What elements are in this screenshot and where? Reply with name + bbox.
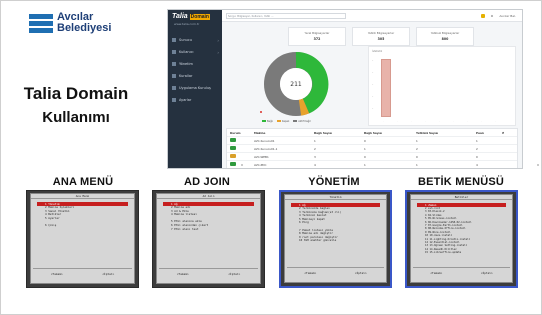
table-row[interactable]: AVC-WEB1 3 0 0 0	[227, 153, 517, 161]
status-donut-chart: 211	[264, 51, 329, 116]
cancel-button[interactable]: <İptal>	[355, 271, 367, 275]
terminal-betik-menusu: Betikler 1 Zaman 2 ssh-root 3 03-Klasik-…	[405, 190, 518, 288]
chevron-right-icon: ›	[217, 37, 219, 43]
donut-center-value: 211	[290, 81, 302, 88]
heading-yonetim: YÖNETİM	[308, 176, 360, 188]
computer-icon	[230, 154, 236, 158]
chevron-right-icon: ›	[217, 49, 219, 55]
computer-icon	[230, 162, 236, 166]
donut-legend: Bağlı Kapalı Aktif Değil	[262, 120, 342, 123]
slide-title: Talia Domain Kullanımı	[1, 83, 151, 129]
heading-betik-menusu: BETİK MENÜSÜ	[417, 176, 505, 188]
menu-list: 2 ssh-root 3 03-Klasik-2 4 04-Slides 5 0…	[425, 207, 506, 255]
terminal-yonetim: Yönetim 1 Ağ 2 Terminalde bağlan 3 Termi…	[279, 190, 392, 288]
user-menu[interactable]: Avcılar Bel.	[499, 14, 516, 18]
legend-item-closed: Kapalı	[276, 120, 289, 123]
table-row[interactable]: AVC-PDC 4 1 1 4	[227, 161, 517, 168]
cancel-button[interactable]: <İptal>	[102, 272, 114, 276]
menu-item[interactable]: 15 15-Libreoffice-update	[425, 251, 506, 254]
slide-title-line-2: Kullanımı	[42, 109, 110, 126]
computer-icon	[230, 138, 236, 142]
dialog-title: Ad Join	[157, 194, 260, 199]
ok-button[interactable]: <Tamam>	[430, 271, 442, 275]
dashboard-brand: Talia	[172, 13, 188, 20]
search-icon[interactable]: ⌕	[502, 130, 504, 135]
avcilar-logo: Avcılar Belediyesi	[29, 11, 147, 37]
settings-icon[interactable]: ⚙	[491, 14, 494, 18]
terminal-ana-menu: Ana Menü 1 Yönetim 2 Makine İşlemleri 3 …	[26, 190, 139, 288]
cancel-button[interactable]: <İptal>	[481, 271, 493, 275]
dashboard-sidebar: Talia Domain www.talia.com.tr Sunucu › Ku…	[168, 10, 222, 168]
machines-table: Durum Makine Bağlı Sayısı Bağlı Sayısı Y…	[226, 128, 518, 168]
dashboard-logo[interactable]: Talia Domain	[172, 13, 210, 20]
dashboard-topbar: Sorgu: Bilgisayar, Kullanıcı, Yetki ... …	[222, 10, 522, 22]
gear-icon	[172, 98, 176, 102]
users-icon	[172, 50, 176, 54]
ok-button[interactable]: <Tamam>	[304, 271, 316, 275]
ok-button[interactable]: <Tamam>	[177, 272, 189, 276]
nav-item-ayarlar[interactable]: Ayarlar	[168, 94, 222, 106]
menu-list: 2 Makine adı 3 Ad & Ekle 4 Makine listes…	[171, 205, 254, 232]
dialog-title: Ana Menü	[31, 194, 134, 199]
heading-ad-join: AD JOIN	[183, 176, 231, 188]
menu-item[interactable]: 6 Çıkış	[45, 223, 128, 228]
nav-item-uygulama[interactable]: Uygulama Kuruluş	[168, 82, 222, 94]
stat-card-unauthorized: Yetkisiz Bilgisayarlar 800	[416, 27, 474, 46]
manage-icon	[172, 62, 176, 66]
menu-item[interactable]: 10 SSH anahtar güncelle	[299, 239, 380, 243]
legend-item-connected: Bağlı	[262, 120, 273, 123]
dashboard-nav: Sunucu › Kullanıcı › Yönetim Kurallar Uygu…	[168, 34, 222, 106]
bar-main	[381, 59, 391, 117]
stat-card-authorized: Yetkili Bilgisayarlar 305	[352, 27, 410, 46]
menu-item[interactable]: 7 Etki alanı test	[171, 227, 254, 232]
presentation-slide: Avcılar Belediyesi Talia Domain Kullanım…	[0, 0, 542, 315]
slide-title-line-1: Talia Domain	[23, 84, 129, 103]
logo-stripes-icon	[29, 14, 53, 34]
dashboard-screenshot: Talia Domain www.talia.com.tr Sunucu › Ku…	[167, 9, 523, 169]
table-row[interactable]: AVC-Sunucu01-1 2 1 2 2	[227, 145, 517, 153]
donut-slice-closed	[298, 98, 310, 116]
dashboard-brand-sub: www.talia.com.tr	[174, 22, 200, 26]
server-icon	[172, 38, 176, 42]
dashboard-brand-tag: Domain	[189, 14, 210, 20]
bar-chart-panel: İstatistik – – – – – · · · · · · · · ·	[368, 46, 516, 126]
alert-dot	[260, 111, 262, 113]
terminal-ad-join: Ad Join 1 Ağ 2 Makine adı 3 Ad & Ekle 4 …	[152, 190, 265, 288]
dashboard-search-input[interactable]: Sorgu: Bilgisayar, Kullanıcı, Yetki ...	[226, 12, 346, 19]
menu-list: 2 Makine İşlemleri 3 Sanal Yönetim 4 Bet…	[45, 205, 128, 228]
nav-item-yonetim[interactable]: Yönetim	[168, 58, 222, 70]
rules-icon	[172, 74, 176, 78]
dialog-title: Yönetim	[285, 195, 386, 200]
logo-line-2: Belediyesi	[57, 22, 112, 34]
bar-panel-title: İstatistik	[372, 50, 383, 53]
app-icon	[172, 86, 176, 90]
dialog-title: Betikler	[411, 195, 512, 200]
stat-card-local: Yerel Bilgisayarlar 372	[288, 27, 346, 46]
nav-item-sunucu[interactable]: Sunucu ›	[168, 34, 222, 46]
heading-ana-menu: ANA MENÜ	[52, 176, 114, 188]
table-row[interactable]: AVC-Sunucu01 1 0 1 1	[227, 137, 517, 145]
legend-item-inactive: Aktif Değil	[293, 120, 311, 123]
table-header: Durum Makine Bağlı Sayısı Bağlı Sayısı Y…	[227, 129, 517, 137]
menu-list: 2 Terminalde bağlan 3 Terminale bağlan(s…	[299, 206, 380, 243]
computer-icon	[230, 146, 236, 150]
cancel-button[interactable]: <İptal>	[228, 272, 240, 276]
nav-item-kurallar[interactable]: Kurallar	[168, 70, 222, 82]
ok-button[interactable]: <Tamam>	[51, 272, 63, 276]
nav-item-kullanici[interactable]: Kullanıcı ›	[168, 46, 222, 58]
bell-icon[interactable]	[480, 13, 485, 18]
